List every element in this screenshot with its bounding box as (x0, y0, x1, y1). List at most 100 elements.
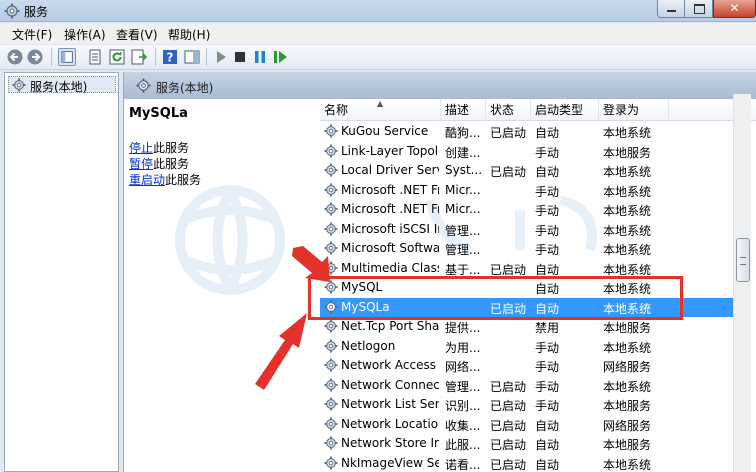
services-gear-icon (12, 78, 26, 92)
service-status: 已启动 (490, 165, 527, 179)
service-status: 已启动 (490, 379, 527, 394)
column-header-description[interactable]: 描述 (441, 99, 486, 121)
close-icon: ✕ (729, 1, 740, 15)
start-service-icon[interactable] (212, 48, 230, 66)
service-name: Network List Service (341, 397, 439, 411)
menu-help[interactable]: 帮助(H) (168, 26, 210, 43)
table-row[interactable]: Network Access Pr... 网络... 手动 网络服务 (320, 356, 740, 376)
service-description: 网络... (445, 360, 481, 374)
back-arrow-icon[interactable] (6, 48, 24, 66)
service-logon-as: 本地系统 (603, 262, 652, 277)
stop-service-icon[interactable] (231, 48, 249, 66)
service-gear-icon (324, 163, 338, 177)
service-gear-icon (324, 124, 338, 138)
service-description: 创建... (445, 145, 481, 160)
service-startup-type: 手动 (535, 399, 560, 413)
window-title: 服务 (24, 5, 49, 19)
column-header-name[interactable]: 名称 ▲ (320, 99, 441, 121)
restart-service-icon[interactable] (271, 48, 289, 66)
service-gear-icon (324, 241, 338, 255)
service-startup-type: 手动 (535, 360, 560, 374)
vertical-scrollbar[interactable] (733, 94, 751, 472)
properties-icon[interactable] (86, 48, 104, 66)
export-list-icon[interactable] (130, 48, 148, 66)
menu-view[interactable]: 查看(V) (116, 26, 158, 43)
table-row[interactable]: Network Store Inter... 此服... 已启动自动 本地服务 (320, 434, 740, 454)
menu-file[interactable]: 文件(F) (12, 26, 52, 43)
service-name: Network Store Inter... (341, 436, 439, 450)
service-startup-type: 自动 (535, 165, 560, 179)
service-description: 收集... (445, 418, 481, 433)
table-row[interactable]: Network List Service 识别... 已启动手动 本地服务 (320, 395, 740, 415)
table-row[interactable]: Netlogon 为用... 手动 本地系统 (320, 337, 740, 357)
highlight-box (308, 276, 683, 320)
table-row[interactable]: KuGou Service 酷狗... 已启动 自动 本地系统 (320, 122, 740, 142)
service-gear-icon (324, 455, 338, 470)
service-startup-type: 手动 (535, 223, 560, 238)
maximize-button[interactable] (685, 0, 713, 18)
service-name: Net.Tcp Port Sharing... (341, 319, 439, 333)
service-startup-type: 手动 (535, 243, 560, 257)
services-panel: 服务(本地) MySQLa 停止此服务 暂停此服务 重启动此服务 名称 ▲ 描述 … (123, 72, 756, 472)
service-status: 已启动 (490, 126, 527, 140)
table-row[interactable]: Local Driver Service Syst... 已启动自动 本地系统 (320, 161, 740, 181)
svg-text:?: ? (167, 51, 174, 65)
menu-action[interactable]: 操作(A) (64, 26, 106, 43)
service-description: 酷狗... (445, 126, 481, 140)
minimize-button[interactable] (657, 0, 685, 18)
service-logon-as: 本地服务 (603, 321, 652, 335)
service-name: Network Location A... (341, 416, 439, 431)
service-logon-as: 本地系统 (603, 204, 652, 218)
table-row[interactable]: Network Location A... 收集... 已启动自动 网络服务 (320, 415, 740, 435)
service-logon-as: 本地系统 (603, 340, 652, 355)
tree-item-services-local[interactable]: 服务(本地) (8, 76, 116, 94)
service-status: 已启动 (490, 457, 527, 472)
service-description: 管理... (445, 223, 481, 238)
table-row[interactable]: Microsoft Software... 管理... 手动 本地系统 (320, 239, 740, 259)
service-name: Microsoft iSCSI Initi... (341, 221, 439, 236)
table-row[interactable]: Microsoft iSCSI Initi... 管理... 手动 本地系统 (320, 220, 740, 240)
service-name: Microsoft Software... (341, 241, 439, 255)
column-header-startup-type[interactable]: 启动类型 (531, 99, 599, 121)
pause-link[interactable]: 暂停 (129, 157, 153, 171)
close-button[interactable]: ✕ (713, 0, 756, 18)
stop-link[interactable]: 停止 (129, 141, 153, 155)
service-status: 已启动 (490, 262, 527, 277)
restart-service-action: 重启动此服务 (129, 173, 202, 187)
action-pane-icon[interactable] (183, 48, 201, 66)
refresh-icon[interactable] (108, 48, 126, 66)
show-console-tree-icon[interactable] (58, 48, 76, 66)
title-bar: 服务 ✕ (0, 0, 756, 22)
service-logon-as: 本地系统 (603, 457, 652, 472)
service-status: 已启动 (490, 418, 527, 433)
service-logon-as: 本地系统 (603, 243, 652, 257)
service-startup-type: 手动 (535, 340, 560, 355)
table-row[interactable]: Microsoft .NET Fram... Micr... 手动 本地系统 (320, 200, 740, 220)
service-startup-type: 手动 (535, 379, 560, 394)
service-name: KuGou Service (341, 124, 429, 138)
restart-link[interactable]: 重启动 (129, 173, 165, 187)
service-startup-type: 自动 (535, 126, 560, 140)
service-startup-type: 禁用 (535, 321, 560, 335)
table-row[interactable]: Network Connections 管理... 已启动手动 本地系统 (320, 376, 740, 396)
service-description: 管理... (445, 243, 481, 257)
help-icon[interactable]: ? (161, 48, 179, 66)
column-header-logon-as[interactable]: 登录为 (599, 99, 669, 121)
service-gear-icon (324, 260, 338, 275)
table-row[interactable]: NkImageView Servi... 诺看... 已启动自动 本地系统 (320, 454, 740, 472)
service-description: 基于... (445, 262, 481, 277)
forward-arrow-icon[interactable] (26, 48, 44, 66)
stop-service-action: 停止此服务 (129, 141, 190, 155)
service-status: 已启动 (490, 438, 527, 452)
scrollbar-thumb[interactable] (736, 238, 750, 282)
service-logon-as: 网络服务 (603, 360, 652, 374)
table-row[interactable]: Link-Layer Topology... 创建... 手动 本地服务 (320, 142, 740, 162)
pause-service-icon[interactable] (251, 48, 269, 66)
service-description: Micr... (445, 182, 481, 197)
table-row[interactable]: Microsoft .NET Fram... Micr... 手动 本地系统 (320, 181, 740, 201)
column-header-status[interactable]: 状态 (486, 99, 531, 121)
service-name: Network Connections (341, 377, 439, 392)
service-startup-type: 手动 (535, 184, 560, 199)
service-gear-icon (324, 221, 338, 236)
list-header: 名称 ▲ 描述 状态 启动类型 登录为 (320, 99, 756, 121)
